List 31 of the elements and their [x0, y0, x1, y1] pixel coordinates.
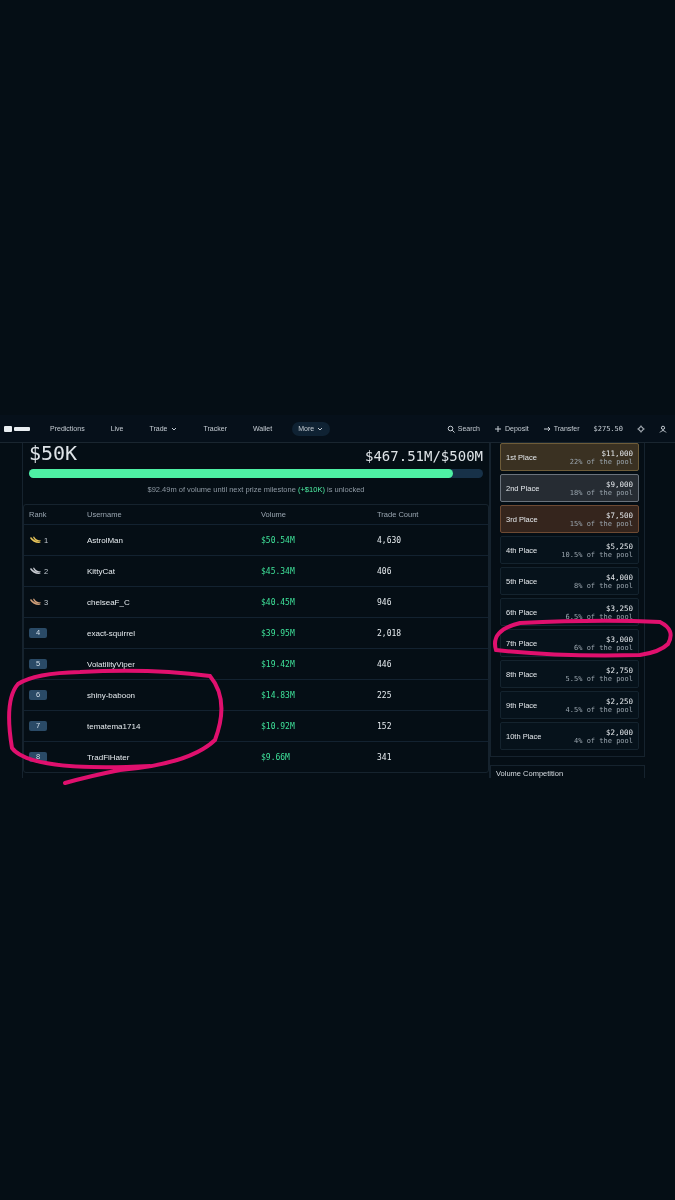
- trade-count: 946: [377, 597, 393, 607]
- volume-cell-text: $9.66M: [261, 752, 291, 762]
- arrow-icon: [542, 424, 551, 433]
- volume-progress: $467.51M/$500M: [365, 449, 483, 463]
- volume-cell-text: $40.45M: [261, 597, 296, 607]
- username: TradFiHater: [87, 752, 131, 762]
- search-icon: [446, 424, 455, 433]
- plus-icon: [493, 424, 502, 433]
- username: AstrolMan: [87, 535, 124, 545]
- trade-count: 225: [377, 690, 393, 700]
- user-icon[interactable]: [659, 424, 667, 433]
- volume-cell-text: $45.34M: [261, 566, 296, 576]
- logo-icon[interactable]: [4, 424, 30, 433]
- trade-count: 341: [377, 752, 393, 762]
- username: tematema1714: [87, 721, 142, 731]
- trade-count: 446: [377, 659, 393, 669]
- volume-cell-text: $19.42M: [261, 659, 296, 669]
- trade-count: 4,630: [377, 535, 403, 545]
- trade-count: 406: [377, 566, 393, 576]
- username: chelseaF_C: [87, 597, 131, 607]
- username: exact-squirrel: [87, 628, 136, 638]
- trade-count: 2,018: [377, 628, 403, 638]
- volume-cell-text: $10.92M: [261, 721, 296, 731]
- trade-count: 152: [377, 721, 393, 731]
- username: shiny-baboon: [87, 690, 137, 700]
- username: KittyCat: [87, 566, 116, 576]
- volume-cell-text: $50.54M: [261, 535, 296, 545]
- prize-amount: $50K: [29, 443, 78, 463]
- volume-cell-text: $14.83M: [261, 690, 296, 700]
- volume-cell-text: $39.95M: [261, 628, 296, 638]
- username: VolatilityViper: [87, 659, 136, 669]
